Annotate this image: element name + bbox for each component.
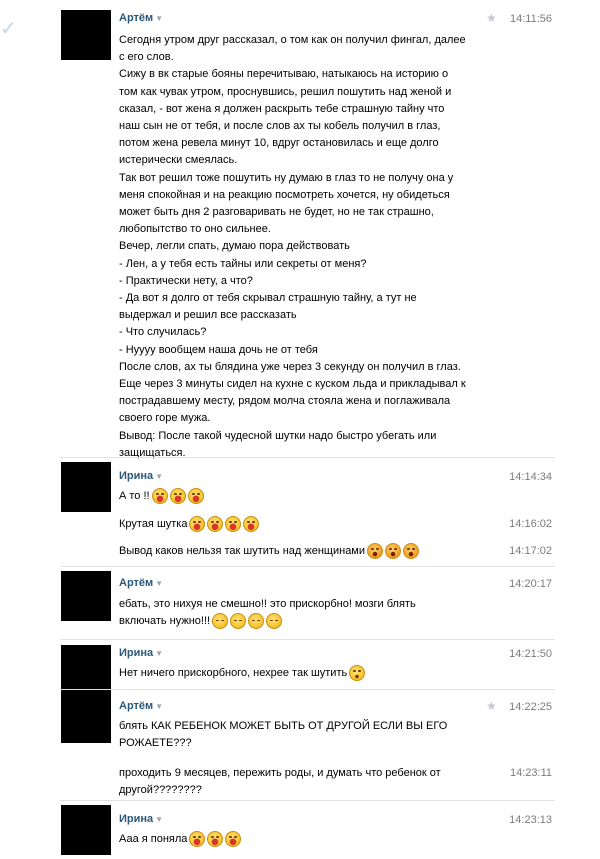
author-name-label: Ирина <box>119 813 154 825</box>
separator <box>60 457 555 458</box>
message-time: 14:11:56 <box>509 13 552 25</box>
separator <box>60 800 555 801</box>
avatar[interactable] <box>61 462 111 512</box>
caret-down-icon[interactable]: ▼ <box>155 702 163 711</box>
sad-emoji-icon <box>266 613 283 630</box>
message-line: Сегодня утром друг рассказал, о том как … <box>119 34 466 46</box>
author-name-label: Артём <box>119 577 154 589</box>
author-name[interactable]: Артём ▼ <box>119 700 163 712</box>
message-line: том как чувак утром, проснувшись, решил … <box>119 85 452 98</box>
separator <box>60 689 555 690</box>
message-line: - Что случилась? <box>119 326 207 339</box>
laughing-emoji-icon <box>151 488 168 505</box>
message-text: Нет ничего прискорбного, нехрее так шути… <box>119 665 489 682</box>
message-text: блять КАК РЕБЕНОК МОЖЕТ БЫТЬ ОТ ДРУГОЙ Е… <box>119 718 489 752</box>
laughing-emoji-icon <box>189 831 206 848</box>
caret-down-icon[interactable]: ▼ <box>155 579 163 588</box>
message-text: проходить 9 месяцев, пережить роды, и ду… <box>119 765 489 799</box>
message-line: Вывод: После такой чудесной шутки надо б… <box>119 429 437 442</box>
avatar[interactable] <box>61 571 111 621</box>
author-name-label: Ирина <box>119 647 154 659</box>
laughing-emoji-icon <box>225 516 242 533</box>
message-line: Сижу в вк старые бояны перечитываю, наты… <box>119 68 449 81</box>
message-time: 14:20:17 <box>509 578 552 590</box>
star-icon[interactable]: ★ <box>486 11 497 25</box>
caret-down-icon[interactable]: ▼ <box>155 815 163 824</box>
author-name-label: Артём <box>119 700 154 712</box>
author-name[interactable]: Ирина ▼ <box>119 647 163 659</box>
laughing-emoji-icon <box>189 516 206 533</box>
avatar[interactable] <box>61 805 111 855</box>
laughing-emoji-icon <box>207 516 224 533</box>
sad-emoji-icon <box>212 613 229 630</box>
laughing-emoji-icon <box>187 488 204 505</box>
message-line: ебать, это нихуя не смешно!! это прискор… <box>119 598 416 610</box>
message-text: Крутая шутка <box>119 516 489 533</box>
sad-emoji-icon <box>248 613 265 630</box>
message-time: 14:23:11 <box>509 767 552 779</box>
message-line: потом жена ревела минут 10, вдруг остано… <box>119 137 439 150</box>
worried-emoji-icon <box>349 665 366 682</box>
message-line: может быть дня 2 разговаривать не будет,… <box>119 206 434 219</box>
avatar[interactable] <box>61 693 111 743</box>
author-name-label: Артём <box>119 12 154 24</box>
message-line: с его слов. <box>119 51 174 64</box>
message-line: пострадавшему месту, рядом молча стояла … <box>119 395 451 408</box>
message-text: ебать, это нихуя не смешно!! это прискор… <box>119 596 489 630</box>
checkmark-icon[interactable]: ✓ <box>0 16 17 41</box>
caret-down-icon[interactable]: ▼ <box>155 649 163 658</box>
author-name[interactable]: Артём ▼ <box>119 577 163 589</box>
message-line: защищаться. <box>119 446 186 459</box>
sad-emoji-icon <box>230 613 247 630</box>
message-line: проходить 9 месяцев, пережить роды, и ду… <box>119 767 441 779</box>
message-line: Еще через 3 минуты сидел на кухне с куск… <box>119 378 466 391</box>
message-line: Так вот решил тоже пошутить ну думаю в г… <box>119 171 454 184</box>
message-line: - Лен, а у тебя есть тайны или секреты о… <box>119 257 367 270</box>
message-line: наш сын не от тебя, и после слов ах ты к… <box>119 120 441 133</box>
message-text: Вывод каков нельзя так шутить над женщин… <box>119 543 489 560</box>
message-line: - Практически нету, а что? <box>119 274 253 287</box>
separator <box>60 639 555 640</box>
separator <box>60 566 555 567</box>
message-line: включать нужно!!! <box>119 613 489 630</box>
author-name[interactable]: Ирина ▼ <box>119 813 163 825</box>
laughing-emoji-icon <box>169 488 186 505</box>
message-text: А то !! <box>119 488 489 505</box>
message-line: другой???????? <box>119 784 202 797</box>
angry-emoji-icon <box>403 543 420 560</box>
message-line: - Нуууу вообщем наша дочь не от тебя <box>119 343 318 356</box>
laughing-emoji-icon <box>225 831 242 848</box>
message-line: своего горе мужа. <box>119 412 211 425</box>
avatar[interactable] <box>61 10 111 60</box>
avatar[interactable] <box>61 645 111 695</box>
message-line: меня спокойная и на реакцию посмотреть х… <box>119 188 450 201</box>
message-time: 14:22:25 <box>509 701 552 713</box>
message-line: истерически смеялась. <box>119 154 238 167</box>
message-line: После слов, ах ты блядина уже через 3 се… <box>119 360 461 373</box>
message-line: любопытство то оно сильнее. <box>119 223 271 236</box>
angry-emoji-icon <box>385 543 402 560</box>
message-line: - Да вот я долго от тебя скрывал страшну… <box>119 292 417 305</box>
caret-down-icon[interactable]: ▼ <box>155 472 163 481</box>
author-name[interactable]: Артём ▼ <box>119 12 163 24</box>
message-text: Сегодня утром друг рассказал, о том как … <box>119 32 489 462</box>
laughing-emoji-icon <box>243 516 260 533</box>
message-time: 14:23:13 <box>509 814 552 826</box>
laughing-emoji-icon <box>207 831 224 848</box>
message-time: 14:17:02 <box>509 545 552 557</box>
author-name-label: Ирина <box>119 470 154 482</box>
message-text: Ааа я поняла <box>119 831 489 848</box>
star-icon[interactable]: ★ <box>486 699 497 713</box>
message-time: 14:14:34 <box>509 471 552 483</box>
caret-down-icon[interactable]: ▼ <box>155 14 163 23</box>
message-line: блять КАК РЕБЕНОК МОЖЕТ БЫТЬ ОТ ДРУГОЙ Е… <box>119 720 448 732</box>
message-line: Вечер, легли спать, думаю пора действова… <box>119 240 350 253</box>
message-time: 14:21:50 <box>509 648 552 660</box>
message-line: РОЖАЕТЕ??? <box>119 737 192 750</box>
author-name[interactable]: Ирина ▼ <box>119 470 163 482</box>
message-time: 14:16:02 <box>509 518 552 530</box>
message-line: выдержал и решил все рассказать <box>119 309 297 322</box>
angry-emoji-icon <box>367 543 384 560</box>
message-line: сказал, - вот жена я должен раскрыть теб… <box>119 102 445 115</box>
